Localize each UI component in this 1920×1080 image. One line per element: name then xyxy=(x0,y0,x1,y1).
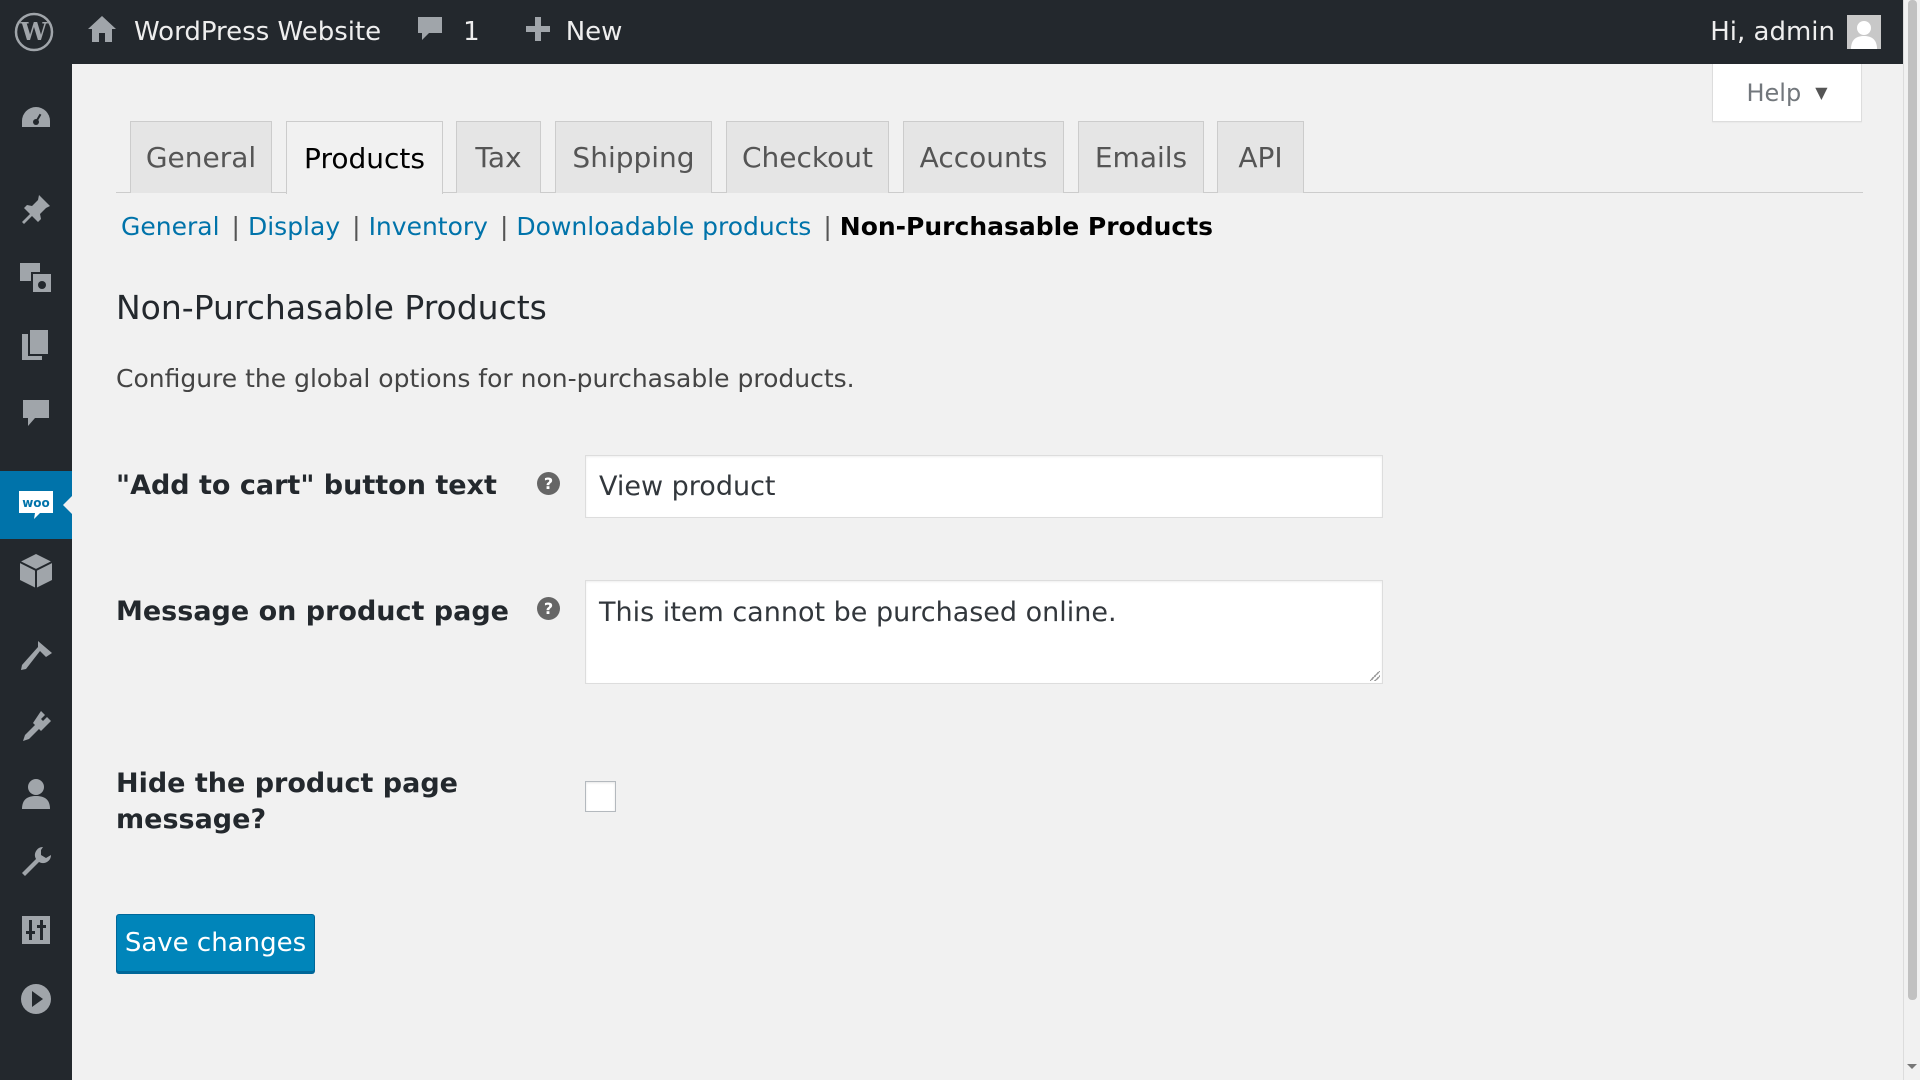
wordpress-logo-icon[interactable]: W xyxy=(0,0,68,64)
message-label: Message on product page xyxy=(116,596,509,627)
home-icon xyxy=(86,14,118,51)
media-play-icon[interactable] xyxy=(0,974,72,1024)
tab-shipping[interactable]: Shipping xyxy=(555,121,712,193)
comments-count: 1 xyxy=(463,17,480,47)
media-icon[interactable] xyxy=(0,252,72,302)
hide-message-label-line1: Hide the product page xyxy=(116,768,458,799)
subnav-separator: | xyxy=(231,212,240,241)
products-icon[interactable] xyxy=(0,546,72,596)
greeting: Hi, admin xyxy=(1710,17,1835,47)
tab-checkout[interactable]: Checkout xyxy=(726,121,889,193)
svg-text:W: W xyxy=(20,17,49,46)
comments-icon[interactable] xyxy=(0,388,72,438)
subnav-separator: | xyxy=(499,212,509,241)
help-button[interactable]: Help ▼ xyxy=(1712,64,1862,122)
caret-down-icon: ▼ xyxy=(1815,83,1828,102)
subnav-non-purchasable-products: Non-Purchasable Products xyxy=(839,212,1214,241)
subnav-general[interactable]: General xyxy=(121,212,220,241)
plugins-icon[interactable] xyxy=(0,701,72,751)
add-to-cart-text-input[interactable]: View product xyxy=(585,455,1383,518)
tab-tax[interactable]: Tax xyxy=(456,121,541,193)
save-changes-button[interactable]: Save changes xyxy=(116,914,315,972)
comments-link[interactable]: 1 xyxy=(415,0,480,64)
hide-message-checkbox[interactable] xyxy=(585,781,616,812)
new-content-link[interactable]: New xyxy=(524,0,623,64)
appearance-icon[interactable] xyxy=(0,631,72,681)
tools-icon[interactable] xyxy=(0,837,72,887)
section-title: Non-Purchasable Products xyxy=(116,288,547,327)
tab-accounts[interactable]: Accounts xyxy=(903,121,1064,193)
help-tip-icon[interactable]: ? xyxy=(537,472,560,495)
admin-bar: W WordPress Website 1 New Hi, admin xyxy=(0,0,1903,64)
product-message-textarea[interactable]: This item cannot be purchased online. xyxy=(585,580,1383,684)
woo-logo-text: woo xyxy=(22,496,50,510)
users-icon[interactable] xyxy=(0,769,72,819)
hide-message-label-line2: message? xyxy=(116,804,267,835)
vertical-scrollbar[interactable] xyxy=(1903,0,1920,1080)
hide-message-label: Hide the product page message? xyxy=(116,766,458,838)
settings-icon[interactable] xyxy=(0,905,72,955)
subnav-inventory[interactable]: Inventory xyxy=(369,212,488,241)
settings-tabs: General Products Tax Shipping Checkout A… xyxy=(116,121,1863,194)
tab-general[interactable]: General xyxy=(130,121,272,193)
scrollbar-thumb[interactable] xyxy=(1908,0,1917,1000)
subnav-display[interactable]: Display xyxy=(248,212,340,241)
avatar xyxy=(1847,15,1881,49)
admin-menu: woo xyxy=(0,64,72,1080)
product-message-value: This item cannot be purchased online. xyxy=(599,597,1117,628)
section-subnav: General | Display | Inventory | Download… xyxy=(121,212,1213,241)
pin-icon[interactable] xyxy=(0,184,72,234)
section-description: Configure the global options for non-pur… xyxy=(116,364,855,393)
pages-icon[interactable] xyxy=(0,320,72,370)
new-label: New xyxy=(565,17,623,47)
dashboard-icon[interactable] xyxy=(0,95,72,145)
site-name-link[interactable]: WordPress Website xyxy=(86,0,381,64)
scroll-down-arrow-icon[interactable] xyxy=(1907,1064,1917,1074)
tab-api[interactable]: API xyxy=(1217,121,1304,193)
subnav-separator: | xyxy=(823,212,832,241)
tab-emails[interactable]: Emails xyxy=(1078,121,1204,193)
subnav-downloadable-products[interactable]: Downloadable products xyxy=(516,212,811,241)
resize-grip-icon[interactable] xyxy=(1370,671,1380,681)
woocommerce-icon[interactable]: woo xyxy=(0,471,72,539)
tab-products[interactable]: Products xyxy=(286,121,443,194)
site-name: WordPress Website xyxy=(134,17,382,47)
my-account-link[interactable]: Hi, admin xyxy=(1710,0,1881,64)
help-label: Help xyxy=(1746,78,1802,107)
subnav-separator: | xyxy=(352,212,361,241)
add-to-cart-label: "Add to cart" button text xyxy=(116,470,497,501)
comment-bubble-icon xyxy=(415,14,445,51)
plus-icon xyxy=(524,15,552,50)
help-tip-icon[interactable]: ? xyxy=(537,597,560,620)
